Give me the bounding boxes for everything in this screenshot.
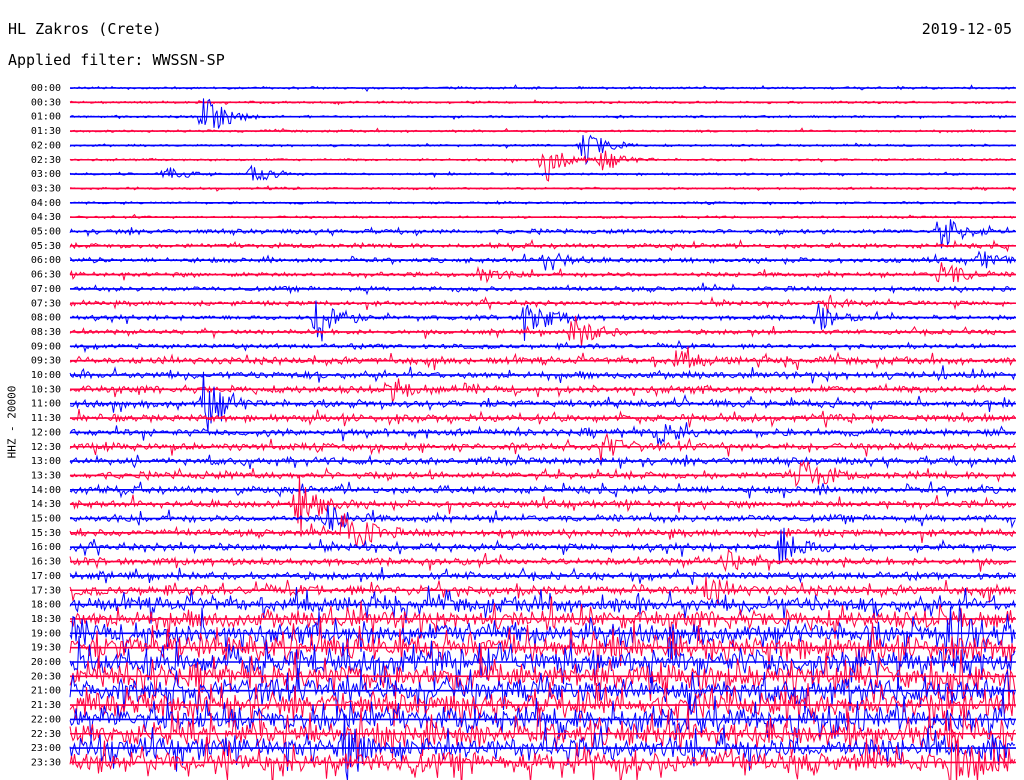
row-label-0030: 00:30 [31, 97, 61, 108]
row-label-1730: 17:30 [31, 585, 61, 596]
trace-1200 [69, 422, 1016, 446]
row-label-1100: 11:00 [31, 399, 61, 410]
row-label-0600: 06:00 [31, 255, 61, 266]
row-label-0900: 09:00 [31, 341, 61, 352]
row-label-2200: 22:00 [31, 714, 61, 725]
trace-0230 [69, 150, 1015, 182]
row-label-1830: 18:30 [31, 614, 61, 625]
trace-0500 [69, 219, 1016, 249]
row-label-0100: 01:00 [31, 112, 61, 123]
trace-0930 [69, 346, 1016, 371]
row-label-1530: 15:30 [31, 528, 61, 539]
row-label-0200: 02:00 [31, 140, 61, 151]
row-label-0730: 07:30 [31, 298, 61, 309]
row-label-2030: 20:30 [31, 671, 61, 682]
row-label-0400: 04:00 [31, 198, 61, 209]
seismogram-plot: 00:00 00:30 01:00 01:30 02:00 02:30 03:00 03:30… [31, 83, 1016, 780]
row-label-0700: 07:00 [31, 284, 61, 295]
row-label-1930: 19:30 [31, 643, 61, 654]
row-label-1630: 16:30 [31, 557, 61, 568]
row-label-2100: 21:00 [31, 686, 61, 697]
row-label-1200: 12:00 [31, 427, 61, 438]
row-label-1800: 18:00 [31, 600, 61, 611]
row-label-0000: 00:00 [31, 83, 61, 94]
row-label-0630: 06:30 [31, 270, 61, 281]
row-label-2300: 23:00 [31, 743, 61, 754]
row-label-0930: 09:30 [31, 356, 61, 367]
row-label-0830: 08:30 [31, 327, 61, 338]
row-label-group: 00:00 00:30 01:00 01:30 02:00 02:30 03:00 03:30… [31, 83, 61, 768]
row-label-1500: 15:00 [31, 514, 61, 525]
trace-1100 [69, 371, 1016, 432]
row-label-1130: 11:30 [31, 413, 61, 424]
row-label-2130: 21:30 [31, 700, 61, 711]
row-label-0530: 05:30 [31, 241, 61, 252]
row-label-0330: 03:30 [31, 183, 61, 194]
row-label-1330: 13:30 [31, 470, 61, 481]
row-label-1430: 14:30 [31, 499, 61, 510]
row-label-1700: 17:00 [31, 571, 61, 582]
row-label-1600: 16:00 [31, 542, 61, 553]
row-label-1230: 12:30 [31, 442, 61, 453]
row-label-0130: 01:30 [31, 126, 61, 137]
trace-0800 [69, 300, 1016, 342]
trace-1230 [69, 432, 1016, 463]
trace-group [69, 84, 1016, 780]
trace-1030 [69, 378, 1016, 403]
row-label-0500: 05:00 [31, 227, 61, 238]
row-label-0430: 04:30 [31, 212, 61, 223]
trace-1330 [69, 459, 1016, 488]
trace-0830 [69, 315, 1016, 347]
row-label-2230: 22:30 [31, 729, 61, 740]
row-label-1400: 14:00 [31, 485, 61, 496]
row-label-1000: 10:00 [31, 370, 61, 381]
row-label-2000: 20:00 [31, 657, 61, 668]
row-label-2330: 23:30 [31, 757, 61, 768]
row-label-1300: 13:00 [31, 456, 61, 467]
trace-0630 [69, 262, 1016, 284]
row-label-0800: 08:00 [31, 313, 61, 324]
row-label-0300: 03:00 [31, 169, 61, 180]
row-label-1900: 19:00 [31, 628, 61, 639]
row-label-0230: 02:30 [31, 155, 61, 166]
row-label-1030: 10:30 [31, 384, 61, 395]
